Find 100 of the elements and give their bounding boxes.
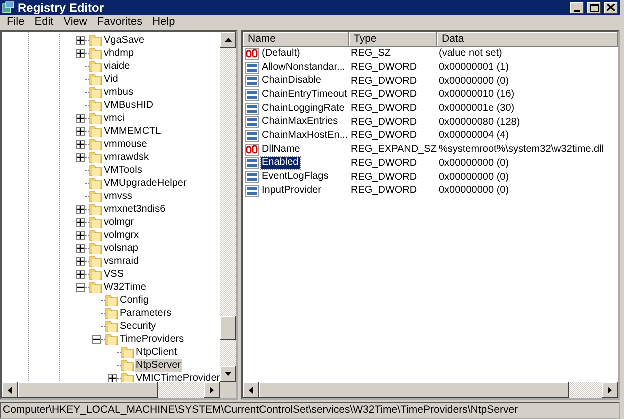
tree-item[interactable]: vmmouse — [103, 138, 148, 151]
folder-icon — [105, 333, 119, 346]
tree-item[interactable]: NtpClient — [135, 346, 178, 359]
horizontal-scrollbar[interactable] — [243, 382, 618, 398]
value-type: REG_DWORD — [350, 102, 418, 116]
tree-item[interactable]: Vid — [103, 73, 120, 86]
down-arrow-icon — [224, 372, 232, 376]
folder-icon — [89, 73, 103, 86]
scroll-left-button[interactable] — [2, 382, 18, 398]
vertical-scrollbar[interactable] — [220, 32, 236, 382]
value-name[interactable]: DllName — [261, 144, 302, 156]
tree-item[interactable]: vmbus — [103, 86, 134, 99]
folder-icon — [121, 372, 135, 382]
value-data: 0x00000000 (0) — [438, 170, 510, 184]
scroll-up-button[interactable] — [220, 32, 236, 48]
tree-item[interactable]: TimeProviders — [119, 333, 186, 346]
scroll-thumb[interactable] — [259, 382, 569, 398]
tree-item[interactable]: VMUpgradeHelper — [103, 177, 188, 190]
column-header[interactable]: Type — [349, 32, 437, 47]
value-name[interactable]: ChainLoggingRate — [261, 102, 346, 115]
expand-icon[interactable] — [76, 153, 85, 162]
tree-item[interactable]: vmrawdsk — [103, 151, 150, 164]
tree-item[interactable]: Parameters — [119, 307, 173, 320]
value-name[interactable]: InputProvider — [261, 184, 322, 197]
value-data: %systemroot%\system32\w32time.dll — [438, 143, 606, 156]
tree-item[interactable]: Security — [119, 320, 158, 333]
folder-icon — [105, 294, 119, 307]
column-header[interactable]: Data — [437, 32, 618, 47]
folder-icon — [105, 320, 119, 333]
tree-item[interactable]: vmci — [103, 112, 126, 125]
scroll-left-button[interactable] — [243, 382, 259, 398]
menu-item[interactable]: Favorites — [92, 15, 148, 29]
value-data: 0x0000001e (30) — [438, 102, 516, 116]
value-name[interactable]: ChainMaxEntries — [261, 116, 340, 128]
scrollbar-corner — [220, 382, 236, 398]
right-arrow-icon — [210, 386, 214, 394]
tree-item[interactable]: NtpServer — [135, 359, 182, 372]
tree-item[interactable]: VMICTimeProvider — [135, 372, 220, 382]
value-name[interactable]: (Default) — [261, 48, 302, 60]
column-header[interactable]: Name — [243, 32, 349, 47]
tree-item[interactable]: volsnap — [103, 242, 140, 255]
value-name[interactable]: EventLogFlags — [261, 171, 330, 184]
expand-icon[interactable] — [76, 257, 85, 266]
collapse-icon[interactable] — [76, 283, 85, 292]
folder-icon — [89, 86, 103, 99]
menu-item[interactable]: Edit — [30, 15, 59, 29]
value-type: REG_DWORD — [350, 170, 418, 184]
tree-item[interactable]: VMBusHID — [103, 99, 154, 112]
folder-icon — [89, 190, 103, 203]
tree-item[interactable]: Config — [119, 294, 150, 307]
value-name[interactable]: ChainMaxHostEn... — [261, 130, 350, 142]
expand-icon[interactable] — [76, 127, 85, 136]
value-type: REG_DWORD — [350, 129, 418, 142]
tree-item[interactable]: volmgrx — [103, 229, 140, 242]
expand-icon[interactable] — [76, 140, 85, 149]
value-name[interactable]: AllowNonstandar... — [261, 62, 346, 74]
value-type: REG_DWORD — [350, 156, 418, 170]
expand-icon[interactable] — [76, 270, 85, 279]
scroll-right-button[interactable] — [602, 382, 618, 398]
value-data: 0x00000000 (0) — [438, 184, 510, 198]
tree-item[interactable]: VgaSave — [103, 34, 146, 47]
expand-icon[interactable] — [76, 244, 85, 253]
maximize-icon — [590, 4, 598, 12]
maximize-button[interactable] — [587, 2, 601, 14]
tree-item[interactable]: VMMEMCTL — [103, 125, 162, 138]
tree-item[interactable]: VSS — [103, 268, 126, 281]
close-button[interactable] — [604, 2, 618, 14]
menu-item[interactable]: File — [2, 15, 30, 29]
menu-item[interactable]: Help — [148, 15, 180, 29]
value-name[interactable]: ChainEntryTimeout — [261, 88, 348, 101]
value-data: 0x00000001 (1) — [438, 61, 510, 74]
tree-item[interactable]: vmxnet3ndis6 — [103, 203, 167, 216]
tree-item[interactable]: volmgr — [103, 216, 136, 229]
horizontal-scrollbar[interactable] — [2, 382, 220, 398]
expand-icon[interactable] — [76, 36, 85, 45]
tree-item[interactable]: vmvss — [103, 190, 134, 203]
tree-item[interactable]: VMTools — [103, 164, 144, 177]
close-icon — [607, 4, 615, 11]
expand-icon[interactable] — [76, 218, 85, 227]
folder-icon — [89, 203, 103, 216]
minimize-button[interactable] — [570, 2, 584, 14]
tree-item[interactable]: vsmraid — [103, 255, 140, 268]
expand-icon[interactable] — [76, 114, 85, 123]
value-type: REG_EXPAND_SZ — [350, 143, 437, 156]
scroll-down-button[interactable] — [220, 366, 236, 382]
collapse-icon[interactable] — [92, 335, 101, 344]
value-name[interactable]: Enabled — [261, 157, 300, 170]
scroll-thumb[interactable] — [220, 316, 236, 340]
expand-icon[interactable] — [76, 231, 85, 240]
tree-item[interactable]: viaide — [103, 60, 132, 73]
tree-item[interactable]: vhdmp — [103, 47, 136, 60]
tree-item[interactable]: W32Time — [103, 281, 148, 294]
scroll-thumb[interactable] — [18, 382, 158, 398]
minimize-icon — [574, 10, 580, 12]
expand-icon[interactable] — [76, 205, 85, 214]
expand-icon[interactable] — [76, 49, 85, 58]
menu-item[interactable]: View — [58, 15, 92, 29]
scroll-right-button[interactable] — [204, 382, 220, 398]
value-name[interactable]: ChainDisable — [261, 75, 322, 88]
expand-icon[interactable] — [108, 374, 117, 382]
